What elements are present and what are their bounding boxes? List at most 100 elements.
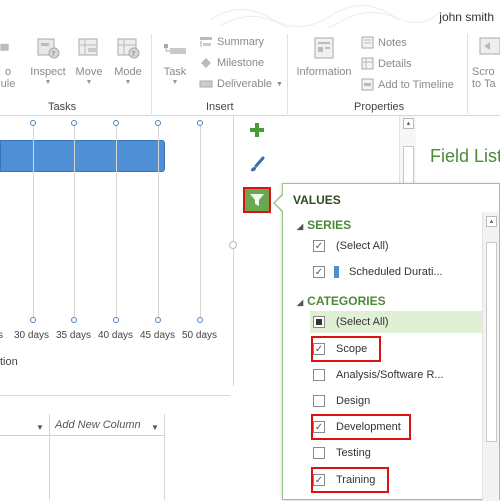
scroll-up-arrow-icon[interactable]: ▲ [486,216,497,227]
details-button[interactable]: Details [361,57,412,70]
notes-button[interactable]: Notes [361,36,407,49]
checkbox-unchecked[interactable] [313,395,325,407]
timeline-icon [361,78,374,91]
title-bar: john smith [0,0,500,28]
mode-icon: ? [117,38,140,59]
background-watermark [210,5,440,28]
paintbrush-icon [251,156,265,172]
group-label-properties: Properties [354,101,405,113]
add-new-column-header[interactable]: Add New Column [55,419,141,431]
schedule-button[interactable]: o ule [0,36,20,90]
group-label-tasks: Tasks [48,101,77,113]
information-button[interactable]: Information [293,36,355,78]
checkbox-checked[interactable]: ✓ [313,421,325,433]
table-area [0,395,230,500]
chart-elements-button[interactable] [243,117,271,143]
column-dropdown-icon[interactable]: ▼ [151,423,159,432]
gridline-bottom-marker [197,317,203,323]
axis-tick-label: 40 days [98,330,134,341]
series-section-header[interactable]: ◢ SERIES [297,218,351,232]
mode-button[interactable]: ? Mode ▼ [110,36,146,86]
series-color-swatch [334,266,339,278]
gridline-top-marker [113,120,119,126]
gridline-bottom-marker [113,317,119,323]
checkbox-checked[interactable]: ✓ [313,474,325,486]
gantt-bar[interactable] [0,140,165,172]
chart-gridline [74,125,75,321]
categories-section-header[interactable]: ◢ CATEGORIES [297,294,386,308]
scroll-thumb[interactable] [486,242,497,442]
ribbon: o ule ? Inspect ▼ Move ▼ ? Mode ▼ Tasks … [0,28,500,116]
chart-gridline [33,125,34,321]
milestone-button[interactable]: Milestone [199,57,264,69]
axis-tick-label: 50 days [182,330,218,341]
deliverable-button[interactable]: Deliverable ▼ [199,78,283,90]
resize-handle[interactable] [229,241,237,249]
series-item-scheduled-duration[interactable]: ✓ Scheduled Durati... [313,261,473,283]
gridline-top-marker [155,120,161,126]
series-item-select-all[interactable]: ✓ (Select All) [313,235,473,257]
category-item-testing[interactable]: Testing [313,442,473,464]
move-button[interactable]: Move ▼ [72,36,106,86]
column-separator [164,414,165,500]
collapse-triangle-icon: ◢ [297,222,304,231]
category-item-design[interactable]: Design [313,390,473,412]
schedule-icon [0,43,9,51]
svg-text:?: ? [132,50,136,58]
popup-pointer-inner [275,195,283,211]
inspect-icon: ? [37,38,60,59]
chart-filter-popup: VALUES ◢ SERIES ✓ (Select All) ✓ Schedule… [282,183,500,501]
chart-styles-button[interactable] [243,152,271,178]
checkbox-unchecked[interactable] [313,369,325,381]
task-button[interactable]: Task ▼ [158,36,192,86]
scroll-to-task-icon [479,37,500,55]
checkbox-checked[interactable]: ✓ [313,240,325,252]
gridline-top-marker [30,120,36,126]
inspect-button[interactable]: ? Inspect ▼ [28,36,68,86]
checkbox-checked[interactable]: ✓ [313,343,325,355]
group-separator [287,34,288,114]
popup-title: VALUES [293,193,341,207]
category-item-training[interactable]: ✓ Training [311,467,389,493]
chart-filters-button[interactable] [243,187,271,213]
chart-gridline [200,125,201,321]
axis-tick-label: s [0,330,3,341]
task-icon [164,44,186,54]
category-item-select-all[interactable]: (Select All) [310,311,499,333]
axis-tick-label: 35 days [56,330,92,341]
gridline-bottom-marker [155,317,161,323]
filter-icon [250,194,264,206]
category-item-development[interactable]: ✓ Development [311,414,411,440]
gridline-bottom-marker [30,317,36,323]
user-name[interactable]: john smith [439,10,494,24]
popup-scrollbar[interactable]: ▲ [482,212,499,501]
column-separator [49,414,50,500]
svg-text:?: ? [52,50,56,58]
collapse-triangle-icon: ◢ [297,298,304,307]
gridline-bottom-marker [71,317,77,323]
checkbox-indeterminate[interactable] [313,316,325,328]
column-dropdown-icon[interactable]: ▼ [36,423,44,432]
chart-gridline [116,125,117,321]
gridline-top-marker [71,120,77,126]
scroll-to-task-button[interactable]: Scro to Ta [472,36,500,90]
add-to-timeline-button[interactable]: Add to Timeline [361,78,454,91]
notes-icon [361,36,374,49]
details-icon [361,57,374,70]
axis-tick-label: 30 days [14,330,50,341]
scroll-up-arrow-icon[interactable]: ▲ [403,118,414,129]
category-item-scope[interactable]: ✓ Scope [311,336,381,362]
gridline-top-marker [197,120,203,126]
chart-gridline [158,125,159,321]
pane-divider [233,116,234,386]
deliverable-icon [199,80,213,88]
plus-icon [250,123,264,137]
group-separator [467,34,468,114]
summary-button[interactable]: Summary [199,36,264,48]
checkbox-checked[interactable]: ✓ [313,266,325,278]
milestone-icon [201,58,211,68]
category-item-analysis[interactable]: Analysis/Software R... [313,364,473,386]
axis-tick-label: 45 days [140,330,176,341]
information-icon [314,37,334,59]
checkbox-unchecked[interactable] [313,447,325,459]
